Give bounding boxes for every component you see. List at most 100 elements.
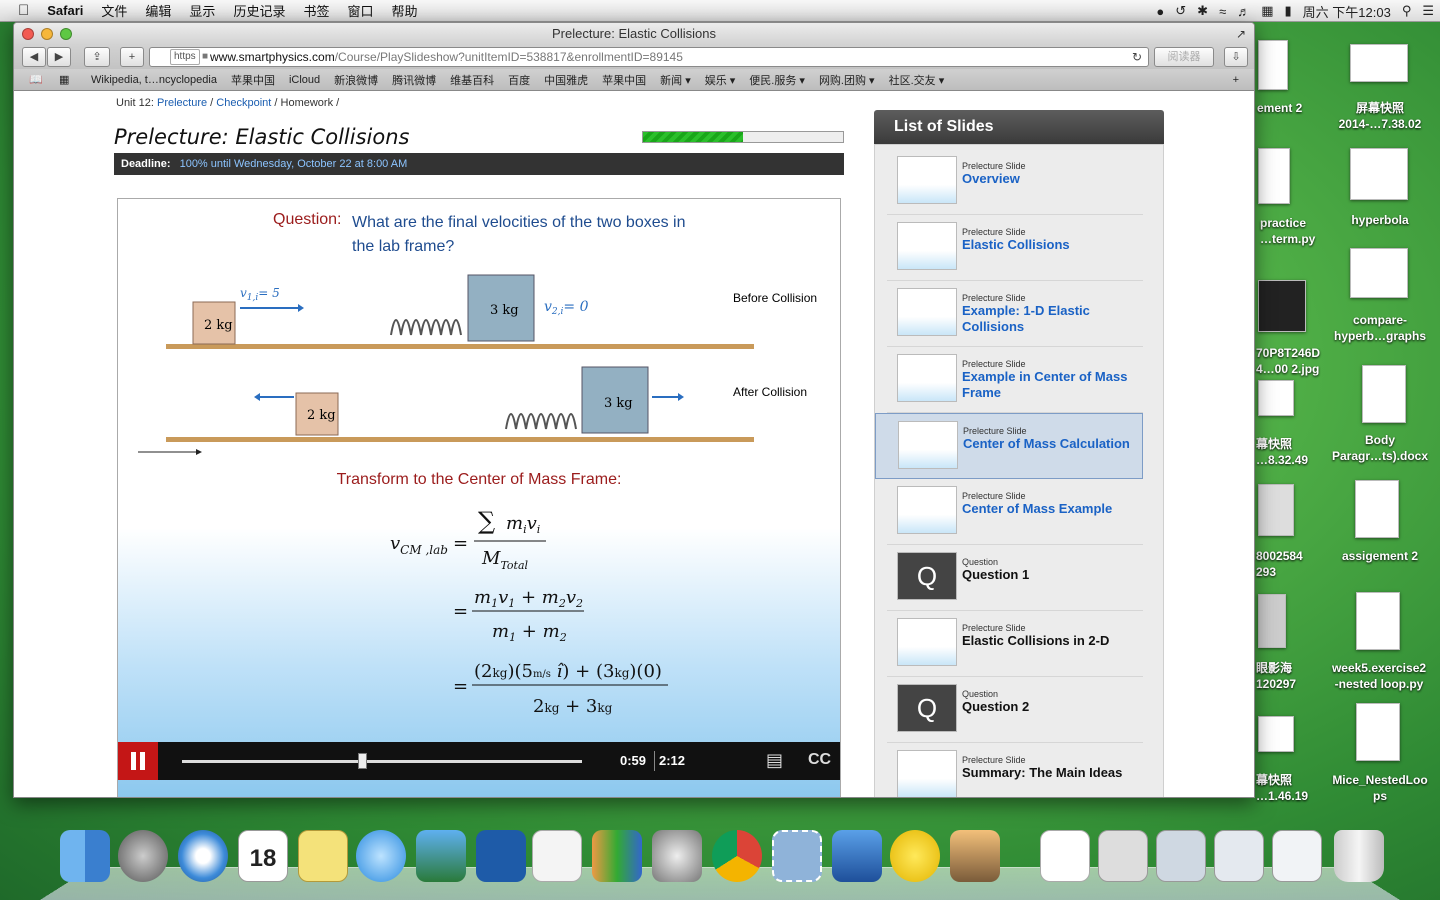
desktop-label[interactable]: practice …term.py: [1260, 215, 1330, 247]
desktop-label[interactable]: assigement 2: [1320, 548, 1440, 564]
calendar-icon[interactable]: 18: [238, 830, 288, 882]
menu-view[interactable]: 显示: [180, 1, 224, 20]
screenshot-stack-icon[interactable]: [1156, 830, 1206, 882]
desktop-label[interactable]: 眼影海 120297: [1256, 660, 1326, 692]
image-icon[interactable]: [1258, 594, 1286, 648]
python-file-icon[interactable]: [1258, 148, 1290, 204]
desktop-label[interactable]: Body Paragr…ts).docx: [1320, 432, 1440, 464]
reload-icon[interactable]: ↻: [1132, 48, 1142, 66]
seek-handle[interactable]: [358, 753, 367, 769]
slide-item-elastic-2d[interactable]: Prelecture Slide Elastic Collisions in 2…: [887, 611, 1143, 677]
chrome-icon[interactable]: [712, 830, 762, 882]
forward-button[interactable]: ▶: [47, 47, 71, 67]
slide-item-cm-example[interactable]: Prelecture Slide Center of Mass Example: [887, 479, 1143, 545]
breadcrumb-prelecture-link[interactable]: Prelecture: [157, 97, 207, 109]
screenshot-icon[interactable]: [1258, 716, 1294, 752]
bookmark-item[interactable]: Wikipedia, t…ncyclopedia: [84, 74, 224, 86]
pause-button[interactable]: [118, 742, 158, 780]
finder-icon[interactable]: [60, 830, 110, 882]
pages-icon[interactable]: [532, 830, 582, 882]
music-app-icon[interactable]: [890, 830, 940, 882]
bookmark-item[interactable]: 中国雅虎: [537, 72, 595, 88]
menu-help[interactable]: 帮助: [382, 1, 426, 20]
image-icon[interactable]: [1258, 280, 1306, 332]
bookmark-item[interactable]: 新闻 ▾: [653, 72, 698, 88]
desktop-label[interactable]: 70P8T246D 4…00 2.jpg: [1256, 345, 1336, 377]
close-button[interactable]: [22, 28, 34, 40]
desktop-label[interactable]: 8002584 293: [1256, 548, 1326, 580]
image-icon[interactable]: [1258, 484, 1294, 536]
reading-list-icon[interactable]: 📖: [22, 73, 50, 86]
seek-track[interactable]: [182, 760, 582, 763]
bookmark-item[interactable]: 社区.交友 ▾: [882, 72, 952, 88]
menu-file[interactable]: 文件: [92, 1, 136, 20]
python-file-icon[interactable]: [1356, 703, 1400, 761]
docx-dock-icon[interactable]: [1040, 830, 1090, 882]
screenshot-stack-icon[interactable]: [1272, 830, 1322, 882]
apple-menu-icon[interactable]: : [0, 2, 38, 19]
trash-icon[interactable]: [1334, 830, 1384, 882]
time-machine-icon[interactable]: ↺: [1175, 3, 1186, 19]
back-button[interactable]: ◀: [22, 47, 46, 67]
menu-bookmarks[interactable]: 书签: [294, 1, 338, 20]
bookmark-item[interactable]: 百度: [501, 72, 537, 88]
breadcrumb-checkpoint-link[interactable]: Checkpoint: [216, 97, 271, 109]
status-icon-search-plus[interactable]: ●: [1156, 4, 1164, 19]
slide-item-example-1d[interactable]: Prelecture Slide Example: 1-D Elastic Co…: [887, 281, 1143, 347]
bookmark-item[interactable]: 新浪微博: [327, 72, 385, 88]
python-file-icon[interactable]: [1356, 592, 1400, 650]
top-sites-icon[interactable]: ▦: [52, 73, 76, 86]
bookmark-item[interactable]: 腾讯微博: [385, 72, 443, 88]
desktop-label[interactable]: Mice_NestedLoo ps: [1320, 772, 1440, 804]
desktop-label[interactable]: compare- hyperb…graphs: [1320, 312, 1440, 344]
system-preferences-icon[interactable]: [652, 830, 702, 882]
bookmark-item[interactable]: 苹果中国: [224, 72, 282, 88]
new-tab-button[interactable]: +: [120, 47, 144, 67]
photo-booth-icon[interactable]: [950, 830, 1000, 882]
desktop-label[interactable]: hyperbola: [1320, 212, 1440, 228]
slide-item-summary[interactable]: Prelecture Slide Summary: The Main Ideas: [887, 743, 1143, 797]
spotlight-icon[interactable]: ⚲: [1402, 3, 1412, 19]
zoom-button[interactable]: [60, 28, 72, 40]
desktop-label[interactable]: 屏幕快照 2014-…7.38.02: [1320, 100, 1440, 132]
add-bookmark-button[interactable]: +: [1226, 74, 1246, 86]
menu-edit[interactable]: 编辑: [136, 1, 180, 20]
slide-item-elastic-collisions[interactable]: Prelecture Slide Elastic Collisions: [887, 215, 1143, 281]
keynote-icon[interactable]: [832, 830, 882, 882]
bookmark-item[interactable]: 苹果中国: [595, 72, 653, 88]
iphoto-icon[interactable]: [416, 830, 466, 882]
docx-file-icon[interactable]: [1355, 480, 1399, 538]
slide-item-overview[interactable]: Prelecture Slide Overview: [887, 149, 1143, 215]
bookmark-item[interactable]: 便民.服务 ▾: [742, 72, 812, 88]
bookmark-item[interactable]: 娱乐 ▾: [698, 72, 743, 88]
captions-icon[interactable]: CC: [808, 751, 831, 769]
clock[interactable]: 周六 下午12:03: [1303, 2, 1391, 21]
messages-icon[interactable]: [356, 830, 406, 882]
slide-viewer[interactable]: Question: What are the final velocities …: [117, 198, 841, 797]
screenshot-stack-icon[interactable]: [1214, 830, 1264, 882]
dictionary-icon[interactable]: [476, 830, 526, 882]
input-method-icon[interactable]: ▦: [1261, 3, 1273, 19]
app-menu[interactable]: Safari: [38, 3, 92, 18]
desktop-label[interactable]: 幕快照 …8.32.49: [1256, 436, 1326, 468]
minimize-button[interactable]: [41, 28, 53, 40]
screenshot-icon[interactable]: [1258, 380, 1294, 416]
downloads-button[interactable]: ⇩: [1224, 47, 1248, 67]
notes-icon[interactable]: [298, 830, 348, 882]
address-bar[interactable]: https ■ www.smartphysics.com/Course/Play…: [149, 47, 1149, 67]
slide-item-example-cm-frame[interactable]: Prelecture Slide Example in Center of Ma…: [887, 347, 1143, 413]
graph-image-icon[interactable]: [1350, 148, 1408, 200]
slide-item-cm-calculation[interactable]: Prelecture Slide Center of Mass Calculat…: [875, 413, 1143, 479]
launchpad-icon[interactable]: [118, 830, 168, 882]
screenshot-icon[interactable]: [1350, 44, 1408, 82]
menu-history[interactable]: 历史记录: [224, 1, 294, 20]
desktop-label[interactable]: week5.exercise2 -nested loop.py: [1318, 660, 1440, 692]
bookmark-item[interactable]: 维基百科: [443, 72, 501, 88]
reader-button[interactable]: 阅读器: [1154, 47, 1214, 67]
bluetooth-icon[interactable]: ✱: [1197, 3, 1208, 19]
docx-file-icon[interactable]: [1362, 365, 1406, 423]
desktop-label[interactable]: 幕快照 …1.46.19: [1256, 772, 1326, 804]
numbers-icon[interactable]: [592, 830, 642, 882]
bookmark-item[interactable]: iCloud: [282, 74, 327, 86]
transcript-icon[interactable]: ▤: [766, 750, 783, 771]
